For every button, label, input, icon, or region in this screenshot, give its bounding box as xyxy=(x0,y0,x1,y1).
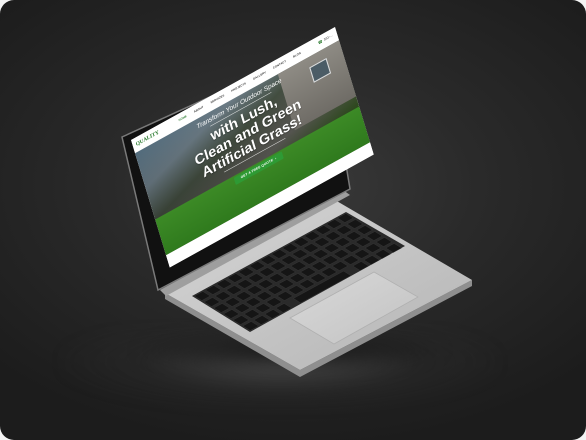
phone-number: 561-... xyxy=(323,33,334,42)
arrow-right-icon: › xyxy=(274,156,277,161)
nav-item-gallery[interactable]: GALLERY xyxy=(253,71,267,81)
nav-item-contact[interactable]: CONTACT xyxy=(273,60,287,70)
scene-background: QUALITY HOME ABOUT SERVICES PROJECTS GAL… xyxy=(0,0,586,440)
nav-item-about[interactable]: ABOUT xyxy=(193,105,204,113)
nav-item-services[interactable]: SERVICES xyxy=(210,94,225,105)
phone-icon: ☎ xyxy=(317,39,324,46)
nav-item-blog[interactable]: BLOG xyxy=(293,51,302,58)
nav-item-home[interactable]: HOME xyxy=(178,115,187,123)
